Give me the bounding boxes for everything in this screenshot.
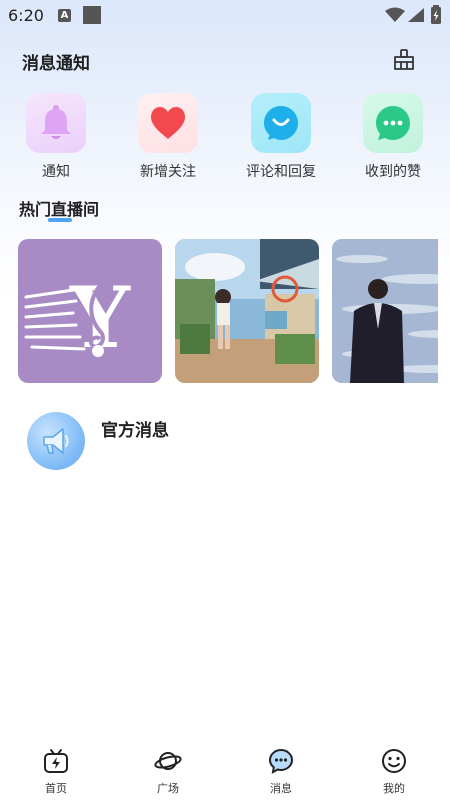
quick-action-label: 新增关注 bbox=[140, 164, 196, 180]
bell-tile bbox=[26, 93, 86, 153]
likes-tile bbox=[363, 93, 423, 153]
music-logo-image: Y bbox=[24, 268, 131, 367]
quick-action-label: 评论和回复 bbox=[246, 164, 316, 180]
quick-action-label: 通知 bbox=[42, 164, 70, 180]
chat-bubble-icon bbox=[268, 748, 294, 774]
live-card-man-by-sea[interactable] bbox=[332, 239, 438, 383]
broom-icon bbox=[394, 49, 414, 70]
nav-item-square[interactable]: 广场 bbox=[128, 736, 208, 800]
notification-a-icon: A bbox=[58, 9, 71, 22]
bell-icon bbox=[41, 105, 71, 139]
live-card-music-logo[interactable]: Y bbox=[18, 239, 162, 383]
live-card-anime-street[interactable] bbox=[175, 239, 319, 383]
nav-label: 我的 bbox=[383, 782, 405, 795]
comment-icon bbox=[264, 106, 298, 140]
section-title-underline bbox=[48, 218, 72, 222]
section-title-hot-live: 热门直播间 bbox=[19, 200, 100, 219]
official-messages-item[interactable]: 官方消息 bbox=[22, 408, 432, 478]
quick-action-label: 收到的赞 bbox=[365, 164, 421, 180]
quick-action-likes-received[interactable]: 收到的赞 bbox=[343, 93, 443, 185]
official-messages-title: 官方消息 bbox=[101, 421, 169, 441]
status-time: 6:20 bbox=[8, 6, 44, 25]
bottom-nav: 首页 广场 消息 我的 bbox=[0, 736, 450, 800]
nav-label: 广场 bbox=[157, 782, 179, 795]
tv-icon bbox=[44, 749, 68, 773]
wifi-icon bbox=[385, 7, 405, 22]
message-dots-icon bbox=[376, 106, 410, 140]
notification-square-icon bbox=[83, 6, 101, 24]
live-room-carousel[interactable]: Y bbox=[18, 239, 438, 384]
nav-item-messages[interactable]: 消息 bbox=[241, 736, 321, 800]
nav-item-me[interactable]: 我的 bbox=[354, 736, 434, 800]
signal-icon bbox=[408, 8, 424, 22]
official-avatar bbox=[27, 412, 85, 470]
anime-street-image bbox=[175, 239, 319, 383]
nav-item-home[interactable]: 首页 bbox=[16, 736, 96, 800]
planet-icon bbox=[154, 752, 182, 770]
comment-tile bbox=[251, 93, 311, 153]
quick-action-comments[interactable]: 评论和回复 bbox=[231, 93, 331, 185]
heart-icon bbox=[151, 107, 185, 139]
megaphone-icon bbox=[43, 428, 69, 454]
nav-label: 首页 bbox=[45, 782, 67, 795]
heart-tile bbox=[138, 93, 198, 153]
battery-icon bbox=[431, 5, 441, 24]
quick-action-notifications[interactable]: 通知 bbox=[6, 93, 106, 185]
clear-notifications-button[interactable] bbox=[390, 47, 418, 73]
status-bar: 6:20 A bbox=[0, 0, 450, 32]
quick-action-new-followers[interactable]: 新增关注 bbox=[118, 93, 218, 185]
nav-label: 消息 bbox=[270, 782, 292, 795]
man-by-sea-image bbox=[332, 239, 438, 383]
smiley-icon bbox=[382, 749, 406, 773]
page-title: 消息通知 bbox=[22, 54, 90, 74]
